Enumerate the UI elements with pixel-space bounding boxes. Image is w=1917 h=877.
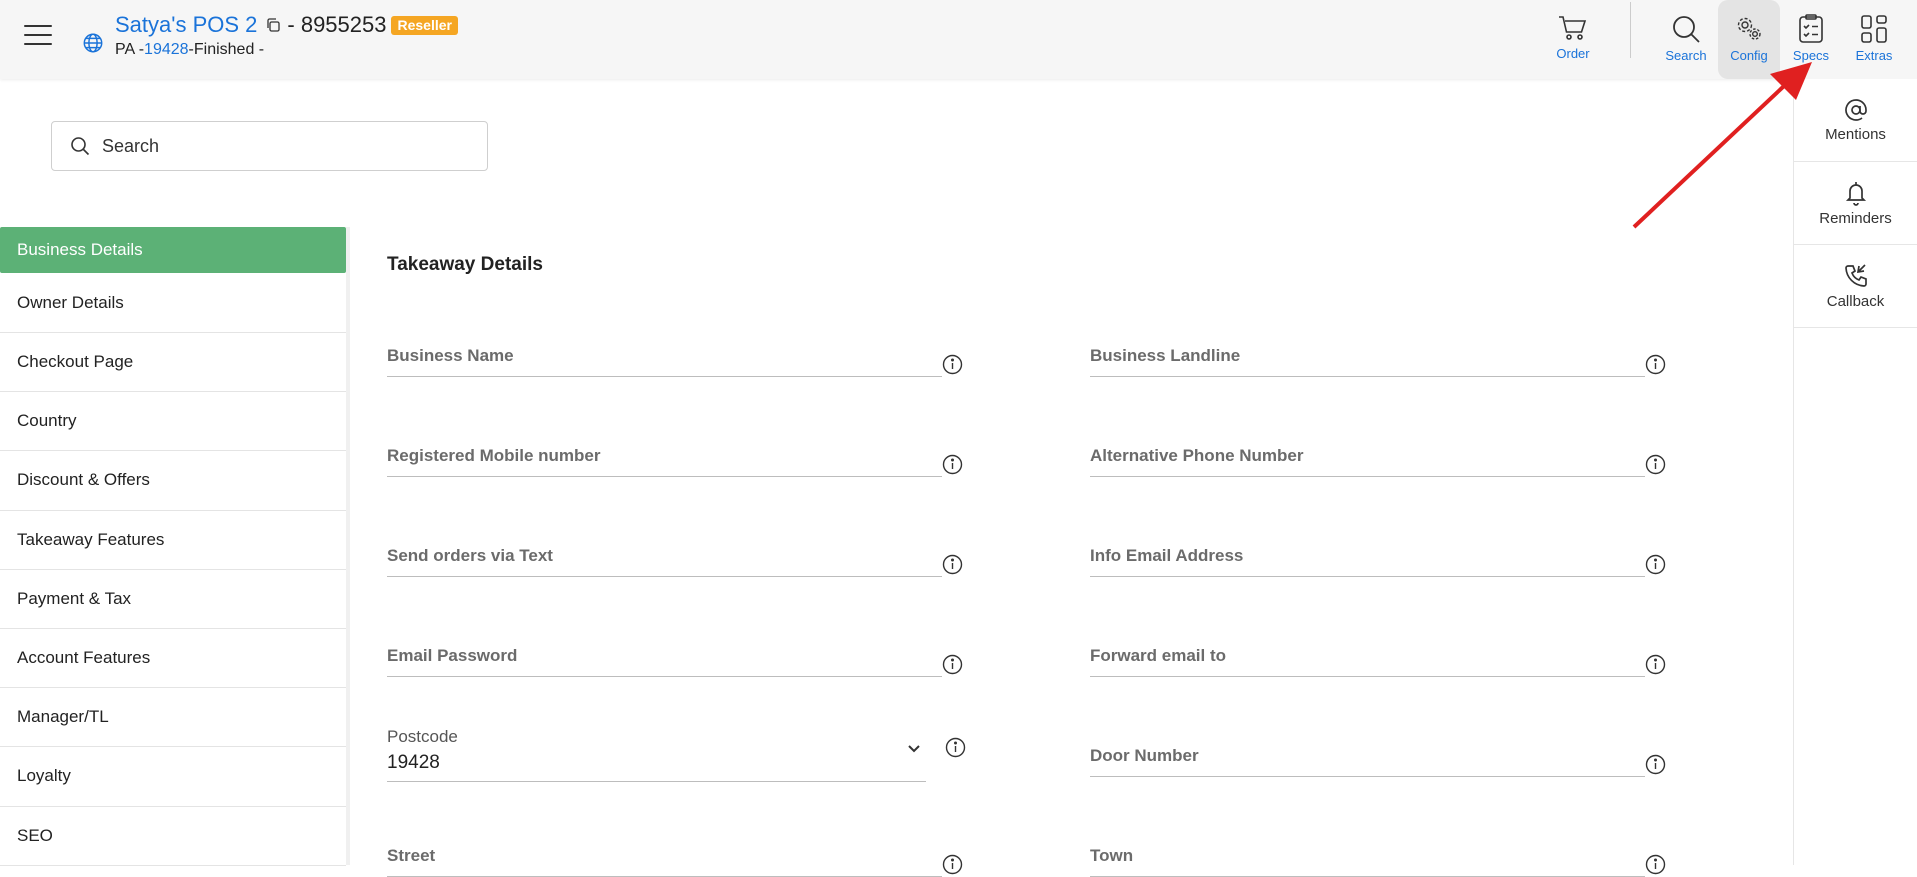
sidebar-item-payment-tax[interactable]: Payment & Tax: [0, 570, 346, 629]
field-label: Registered Mobile number: [387, 446, 601, 465]
info-icon[interactable]: [1645, 454, 1666, 475]
field-label: Street: [387, 846, 436, 865]
at-sign-icon: [1844, 98, 1867, 121]
info-icon[interactable]: [1645, 354, 1666, 375]
business-landline-field[interactable]: Business Landline: [1090, 329, 1645, 377]
sidebar-item-loyalty[interactable]: Loyalty: [0, 747, 346, 807]
field-label: Door Number: [1090, 746, 1199, 765]
sidebar-item-manager-tl[interactable]: Manager/TL: [0, 688, 346, 748]
menu-icon[interactable]: [24, 25, 52, 47]
sidebar-item-discount-offers[interactable]: Discount & Offers: [0, 451, 346, 511]
cart-icon: [1559, 16, 1587, 40]
info-icon[interactable]: [942, 654, 963, 675]
sidebar-item-country[interactable]: Country: [0, 392, 346, 452]
chevron-down-icon: [908, 745, 920, 753]
search-input[interactable]: [102, 135, 462, 157]
info-icon[interactable]: [1645, 554, 1666, 575]
sidebar-item-seo[interactable]: SEO: [0, 807, 346, 866]
postcode-select[interactable]: Postcode 19428: [387, 723, 926, 782]
header-divider: [1630, 2, 1631, 58]
info-icon[interactable]: [942, 454, 963, 475]
search-icon: [71, 137, 90, 156]
store-id-link[interactable]: 19428: [144, 41, 189, 58]
callback-label: Callback: [1826, 292, 1885, 310]
registered-mobile-field[interactable]: Registered Mobile number: [387, 429, 942, 477]
field-label: Forward email to: [1090, 646, 1227, 665]
sidebar-item-takeaway-features[interactable]: Takeaway Features: [0, 511, 346, 570]
phone-callback-icon: [1844, 263, 1867, 287]
section-title: Takeaway Details: [387, 254, 543, 275]
sidebar-item-account-features[interactable]: Account Features: [0, 629, 346, 689]
info-email-field[interactable]: Info Email Address: [1090, 529, 1645, 577]
forward-email-field[interactable]: Forward email to: [1090, 629, 1645, 677]
search-icon: [1673, 16, 1700, 43]
info-icon[interactable]: [942, 354, 963, 375]
reseller-badge: Reseller: [391, 15, 458, 35]
sidebar-item-owner-details[interactable]: Owner Details: [0, 273, 346, 333]
settings-search[interactable]: [51, 121, 488, 171]
order-label: Order: [1556, 46, 1590, 61]
callback-button[interactable]: Callback: [1794, 245, 1917, 328]
info-icon[interactable]: [945, 737, 966, 758]
mentions-label: Mentions: [1825, 125, 1886, 143]
copy-icon[interactable]: [265, 17, 281, 33]
gears-icon: [1737, 17, 1761, 40]
field-label: Email Password: [387, 646, 518, 665]
annotation-arrow: [1632, 62, 1812, 229]
reminders-label: Reminders: [1819, 209, 1892, 227]
field-label: Business Name: [387, 346, 514, 365]
street-field[interactable]: Street: [387, 829, 942, 877]
globe-icon: [83, 33, 103, 53]
store-subline: PA -19428-Finished -: [115, 41, 264, 59]
sidebar-item-business-details[interactable]: Business Details: [0, 227, 346, 273]
info-icon[interactable]: [1645, 754, 1666, 775]
door-number-field[interactable]: Door Number: [1090, 729, 1645, 777]
sub-prefix: PA -: [115, 41, 145, 58]
sidebar-item-checkout-page[interactable]: Checkout Page: [0, 333, 346, 393]
postcode-label: Postcode: [387, 727, 458, 746]
field-label: Business Landline: [1090, 346, 1241, 365]
field-label: Town: [1090, 846, 1134, 865]
store-status: -Finished -: [188, 41, 265, 58]
send-orders-text-field[interactable]: Send orders via Text: [387, 529, 942, 577]
grid-icon: [1861, 15, 1887, 43]
town-field[interactable]: Town: [1090, 829, 1645, 877]
field-label: Send orders via Text: [387, 546, 553, 565]
field-label: Info Email Address: [1090, 546, 1244, 565]
field-label: Alternative Phone Number: [1090, 446, 1304, 465]
order-button[interactable]: Order: [1548, 0, 1598, 79]
business-name-field[interactable]: Business Name: [387, 329, 942, 377]
alternative-phone-field[interactable]: Alternative Phone Number: [1090, 429, 1645, 477]
checklist-icon: [1799, 14, 1823, 43]
email-password-field[interactable]: Email Password: [387, 629, 942, 677]
info-icon[interactable]: [1645, 654, 1666, 675]
settings-sidebar: Business Details Owner Details Checkout …: [0, 227, 350, 866]
info-icon[interactable]: [942, 554, 963, 575]
store-phone: - 8955253: [287, 12, 387, 37]
store-title[interactable]: Satya's POS 2: [115, 12, 257, 38]
postcode-value: 19428: [387, 752, 440, 773]
bell-icon: [1845, 181, 1866, 206]
extras-button[interactable]: Extras: [1849, 0, 1899, 79]
extras-label: Extras: [1855, 48, 1893, 63]
